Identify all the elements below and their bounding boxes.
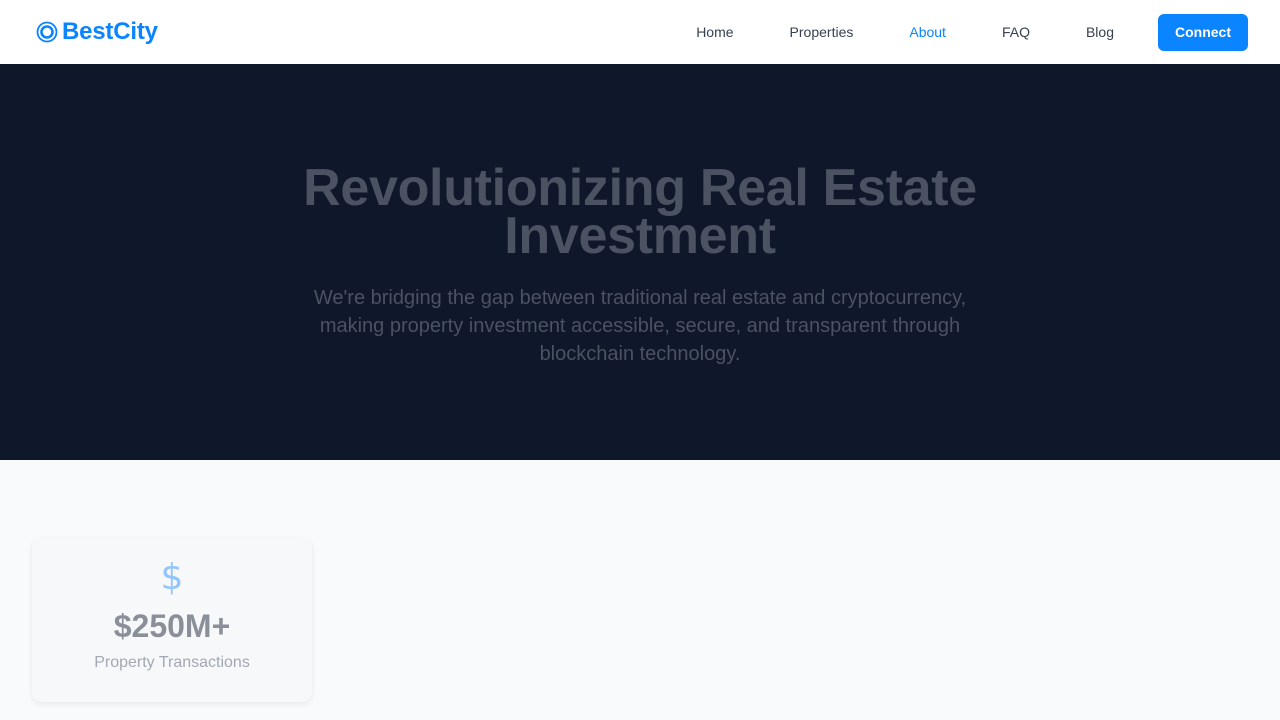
stats-section: $ $250M+ Property Transactions xyxy=(0,460,1280,720)
nav-link-faq[interactable]: FAQ xyxy=(1002,24,1030,40)
stat-label: Property Transactions xyxy=(94,654,250,671)
dollar-icon: $ xyxy=(160,557,184,598)
circle-target-icon xyxy=(36,21,58,43)
hero-title: Revolutionizing Real Estate Investment xyxy=(303,159,977,265)
nav-link-properties[interactable]: Properties xyxy=(790,24,854,40)
stat-value: $250M+ xyxy=(113,608,231,644)
nav-link-about[interactable]: About xyxy=(909,24,946,40)
stat-card: $ $250M+ Property Transactions xyxy=(32,538,312,702)
brand-name: BestCity xyxy=(62,18,158,45)
hero-section: Revolutionizing Real Estate Investment W… xyxy=(0,64,1280,460)
nav-link-blog[interactable]: Blog xyxy=(1086,24,1114,40)
navbar: BestCity Home Properties About FAQ Blog … xyxy=(0,0,1280,64)
brand-logo-link[interactable]: BestCity xyxy=(36,18,158,46)
nav-menu: Home Properties About FAQ Blog Connect xyxy=(668,0,1248,64)
hero-subtitle: We're bridging the gap between tradition… xyxy=(313,287,967,365)
connect-button[interactable]: Connect xyxy=(1158,13,1248,51)
nav-link-home[interactable]: Home xyxy=(696,24,733,40)
